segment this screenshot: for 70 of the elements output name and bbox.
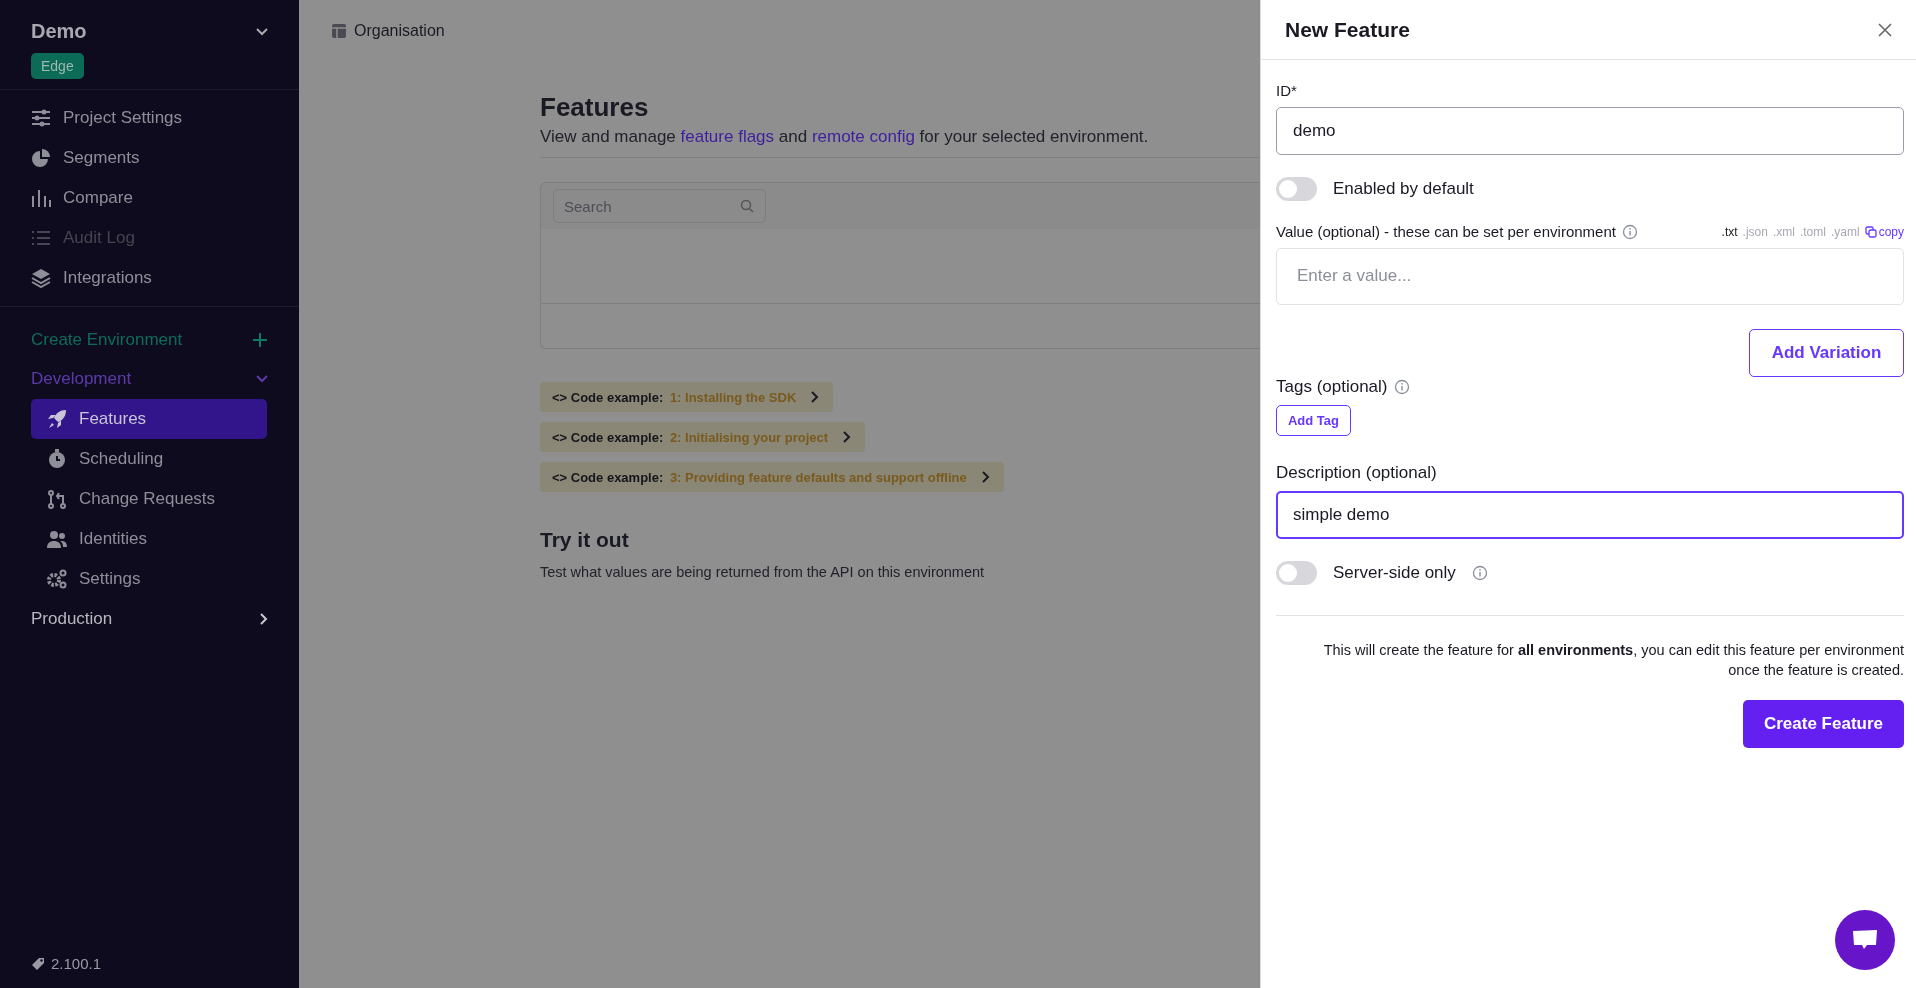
environment-badge: Edge [31, 53, 84, 79]
branch-icon [47, 489, 67, 509]
chevron-right-icon [260, 613, 268, 625]
field-label: Tags (optional) [1276, 377, 1388, 397]
close-button[interactable] [1876, 20, 1894, 39]
sliders-icon [31, 108, 51, 128]
input-field[interactable]: demo [1276, 107, 1904, 155]
section-heading: Try it out [540, 528, 630, 552]
bar-chart-icon [31, 188, 51, 208]
code-example-toggle[interactable]: <> Code example: 3: Providing feature defaults and support offline [540, 462, 1004, 492]
add-tag-button[interactable]: Add Tag [1276, 405, 1351, 436]
nav-item[interactable]: Integrations [0, 258, 299, 298]
input-field[interactable]: simple demo [1276, 491, 1904, 539]
chevron-down-icon [256, 27, 268, 36]
toggle-label: Enabled by default [1333, 179, 1474, 199]
layers-icon [31, 268, 51, 288]
nav-item[interactable]: Compare [0, 178, 299, 218]
version-text: 2.100.1 [51, 955, 102, 972]
toggle-label: Server-side only [1333, 563, 1456, 583]
chevron-icon [811, 391, 820, 403]
nav-item[interactable]: Segments [0, 138, 299, 178]
page-subtitle: View and manage feature flags and remote config for your selected environment. [540, 127, 1150, 147]
environment-name[interactable]: Production [31, 609, 113, 629]
format-option[interactable]: .txt [1721, 224, 1738, 239]
pie-chart-icon [31, 148, 51, 168]
nav-item[interactable]: Settings [31, 559, 267, 599]
create-feature-button[interactable]: Create Feature [1743, 700, 1904, 748]
code-example-toggle[interactable]: <> Code example: 2: Initialising your project [540, 422, 866, 452]
plus-icon [252, 332, 268, 348]
table-icon [331, 23, 347, 39]
rocket-icon [47, 409, 67, 429]
info-icon [1393, 379, 1410, 395]
nav-item[interactable]: Scheduling [31, 439, 267, 479]
nav-item[interactable]: Project Settings [0, 98, 299, 138]
tag-icon [31, 956, 45, 971]
add-variation-button[interactable]: Add Variation [1749, 329, 1904, 377]
chat-button[interactable] [1835, 910, 1895, 970]
list-icon [31, 228, 51, 248]
text-link[interactable]: remote config [811, 127, 915, 146]
field-label: Description (optional) [1276, 463, 1438, 483]
nav-item[interactable]: Change Requests [31, 479, 267, 519]
search-icon [740, 199, 754, 213]
toggle-switch[interactable] [1276, 177, 1317, 201]
copy-icon [1864, 225, 1877, 238]
create-environment-link[interactable]: Create Environment [31, 330, 183, 350]
panel-title: New Feature [1285, 17, 1410, 42]
chevron-icon [843, 431, 852, 443]
gears-icon [47, 569, 67, 589]
nav-item[interactable]: Features [31, 399, 267, 439]
page-title: Features [540, 92, 650, 123]
users-icon [47, 529, 67, 549]
toggle-switch[interactable] [1276, 561, 1317, 585]
chevron-down-icon [256, 375, 268, 383]
input-field[interactable]: Enter a value... [1276, 248, 1904, 305]
search-field[interactable]: Search [553, 189, 766, 223]
field-label: ID* [1276, 82, 1298, 99]
info-note: This will create the feature for all environments, you can edit this feature per environment once the feature is created. [1322, 641, 1904, 680]
code-example-toggle[interactable]: <> Code example: 1: Installing the SDK [540, 382, 834, 412]
nav-item[interactable]: Identities [31, 519, 267, 559]
chevron-icon [981, 471, 990, 483]
info-icon [1621, 223, 1638, 240]
close-icon [1878, 22, 1892, 37]
breadcrumb-link[interactable]: Organisation [354, 22, 445, 40]
field-label: Value (optional) - these can be set per environment [1276, 223, 1616, 240]
copy-button[interactable]: copy [1864, 224, 1904, 239]
info-icon [1471, 565, 1488, 581]
stopwatch-icon [47, 449, 67, 469]
text-link[interactable]: feature flags [680, 127, 775, 146]
project-name[interactable]: Demo [31, 20, 87, 43]
section-description: Test what values are being returned from the API on this environment [540, 564, 986, 580]
